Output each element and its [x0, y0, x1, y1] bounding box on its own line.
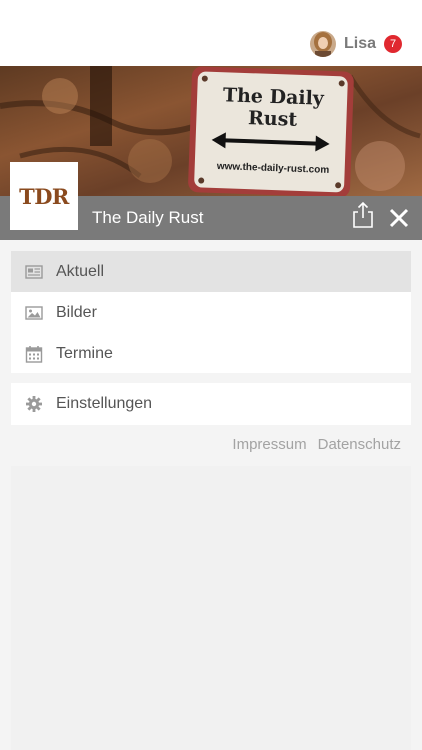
- gear-icon: [26, 396, 42, 412]
- footer-links: Impressum Datenschutz: [232, 436, 401, 453]
- notification-badge[interactable]: 7: [384, 35, 402, 53]
- user-avatar-icon: [309, 31, 336, 57]
- logo-text: TDR: [19, 183, 69, 209]
- user-profile[interactable]: Lisa 7: [309, 30, 402, 58]
- username[interactable]: Lisa: [344, 35, 376, 53]
- menu-item-label: Bilder: [56, 303, 97, 321]
- menu-item-label: Aktuell: [56, 262, 105, 280]
- sign-title: The Daily Rust: [222, 84, 325, 131]
- menu-item-label: Termine: [56, 344, 113, 362]
- newspaper-icon: [25, 265, 43, 279]
- impressum-link[interactable]: Impressum: [232, 436, 306, 453]
- avatar[interactable]: [309, 31, 336, 57]
- secondary-menu: Einstellungen: [11, 383, 411, 425]
- share-button[interactable]: [350, 201, 376, 229]
- page-title: The Daily Rust: [92, 208, 204, 227]
- menu-item-einstellungen[interactable]: Einstellungen: [11, 383, 411, 424]
- menu-item-bilder[interactable]: Bilder: [11, 292, 411, 333]
- logo: TDR: [10, 162, 78, 230]
- content-area: [11, 466, 411, 750]
- close-button[interactable]: [386, 205, 412, 231]
- menu-item-termine[interactable]: Termine: [11, 333, 411, 374]
- share-icon: [353, 201, 373, 228]
- primary-menu: Aktuell Bilder Termine: [11, 251, 411, 373]
- datenschutz-link[interactable]: Datenschutz: [318, 436, 401, 453]
- menu-item-label: Einstellungen: [56, 394, 153, 412]
- top-bar: Lisa 7: [0, 0, 422, 66]
- close-icon: [389, 208, 409, 228]
- image-icon: [25, 306, 43, 320]
- calendar-icon: [25, 346, 43, 363]
- menu-item-aktuell[interactable]: Aktuell: [11, 251, 411, 292]
